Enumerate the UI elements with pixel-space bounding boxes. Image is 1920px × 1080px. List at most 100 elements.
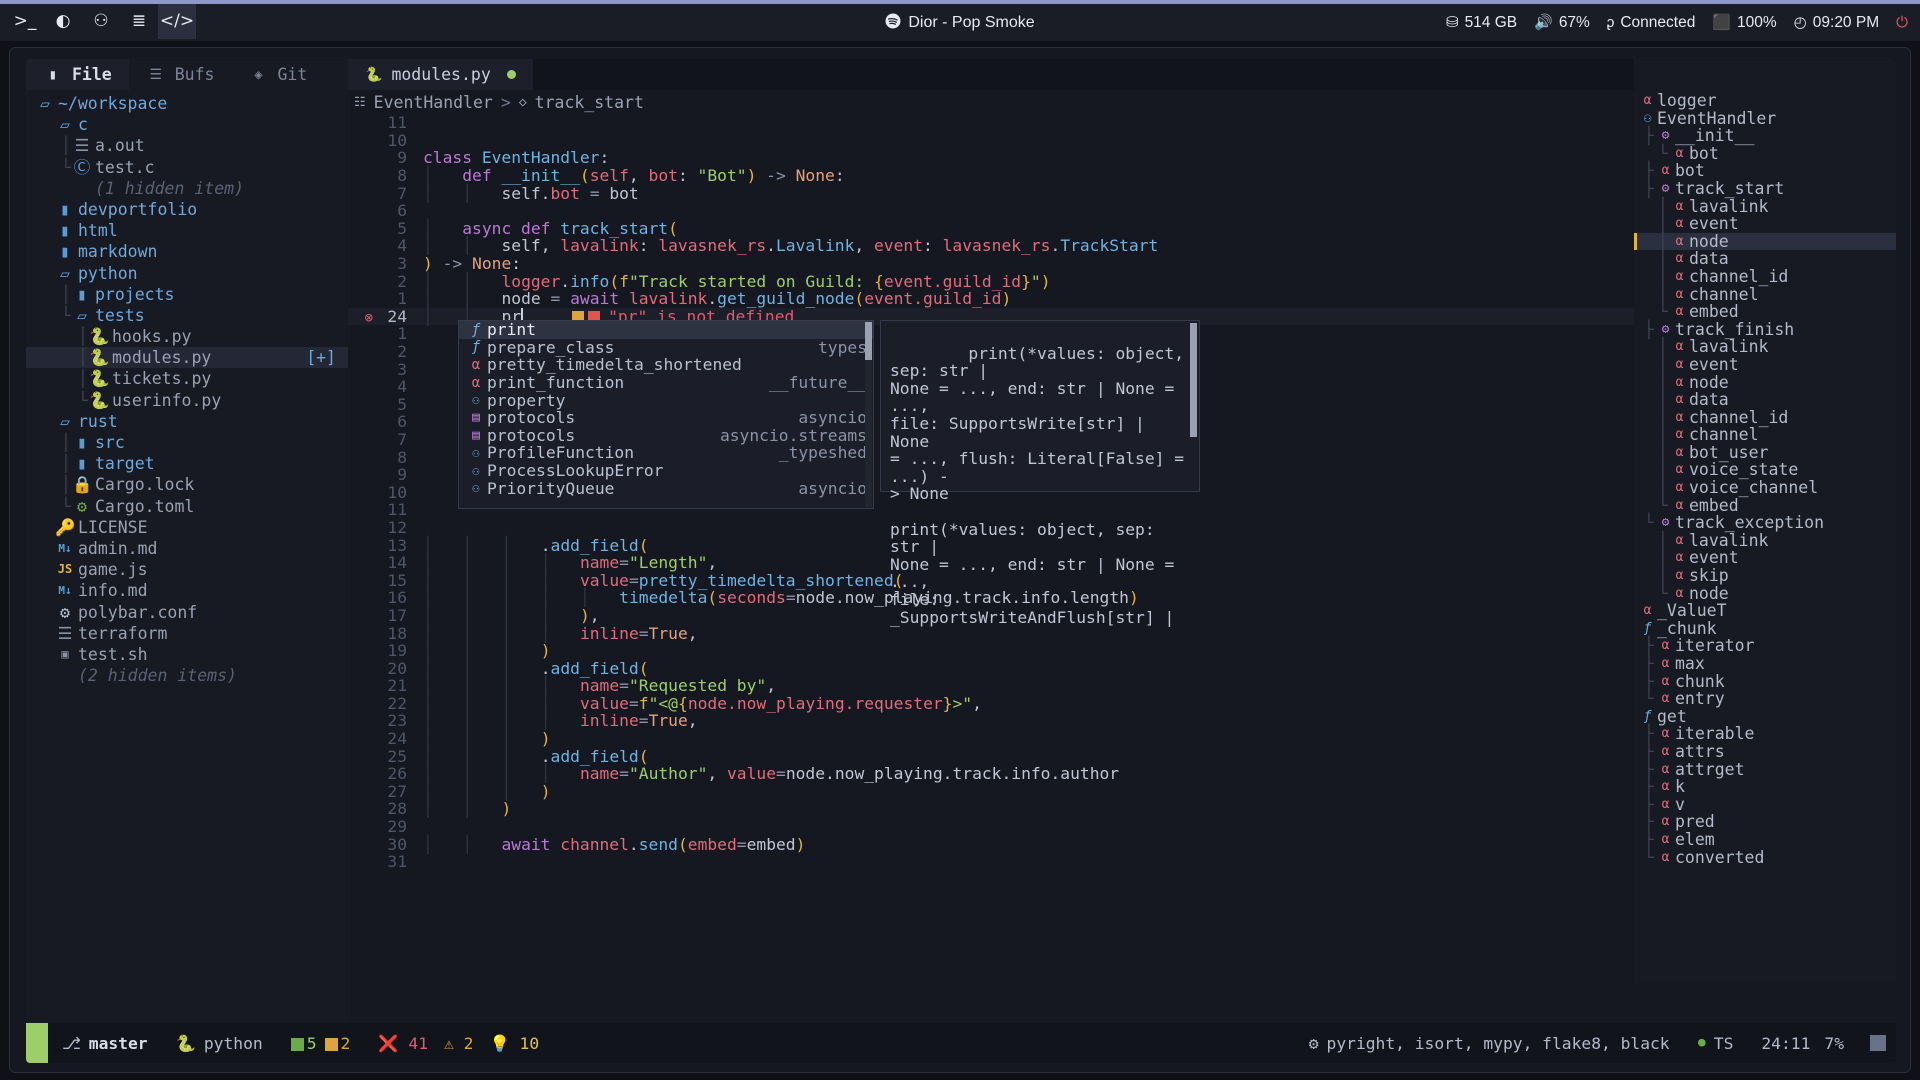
code-line[interactable]: 15│ │ │ │ value=pretty_timedelta_shorten…: [348, 571, 1634, 589]
tree-file[interactable]: │☰a.out: [26, 135, 348, 156]
outline-item[interactable]: │αnode: [1634, 233, 1896, 251]
tree-file[interactable]: │🐍tickets.py: [26, 368, 348, 389]
tree-file[interactable]: ☰terraform: [26, 623, 348, 644]
completion-item[interactable]: ⚇PriorityQueueasyncio: [459, 479, 873, 497]
outline-item[interactable]: │αevent: [1634, 356, 1896, 374]
outline-item[interactable]: ├αbot: [1634, 162, 1896, 180]
tree-dir[interactable]: ▱rust: [26, 411, 348, 432]
completion-scrollbar-thumb[interactable]: [865, 322, 872, 360]
tree-file[interactable]: 🔑LICENSE: [26, 517, 348, 538]
code-line[interactable]: 31: [348, 853, 1634, 871]
tree-dir[interactable]: │▮src: [26, 432, 348, 453]
tree-file[interactable]: │🐍hooks.py: [26, 326, 348, 347]
tree-file[interactable]: └🐍userinfo.py: [26, 390, 348, 411]
tree-file[interactable]: │🐍modules.py[+]: [26, 347, 348, 368]
outline-item[interactable]: │αlavalink: [1634, 198, 1896, 216]
code-icon[interactable]: </>: [158, 2, 196, 39]
code-line[interactable]: 26│ │ │ │ name="Author", value=node.now_…: [348, 765, 1634, 783]
outline-item[interactable]: ƒ_chunk: [1634, 620, 1896, 638]
outline-item[interactable]: └αembed: [1634, 303, 1896, 321]
completion-item[interactable]: ▤protocolsasyncio: [459, 409, 873, 427]
tree-dir[interactable]: └▱tests: [26, 305, 348, 326]
code-line[interactable]: 2│ │ logger.info(f"Track started on Guil…: [348, 272, 1634, 290]
completion-item[interactable]: ⚇ProfileFunction_typeshed: [459, 444, 873, 462]
sidebar-tab-git[interactable]: ◈Git: [232, 59, 325, 90]
diagnostics[interactable]: ❌ 41 ⚠ 2 💡 10: [364, 1034, 553, 1053]
outline-item[interactable]: │αnode: [1634, 374, 1896, 392]
tree-file[interactable]: │🔒Cargo.lock: [26, 474, 348, 495]
outline-item[interactable]: │αchannel: [1634, 286, 1896, 304]
tab-modules-py[interactable]: 🐍 modules.py: [348, 59, 533, 90]
outline-item[interactable]: └⚙track_exception: [1634, 514, 1896, 532]
polybar-disk[interactable]: ⛁514 GB: [1446, 14, 1517, 32]
code-line[interactable]: 5│ async def track_start(: [348, 220, 1634, 238]
code-line[interactable]: 13│ │ │ .add_field(: [348, 536, 1634, 554]
completion-item[interactable]: ▤protocolsasyncio.streams: [459, 427, 873, 445]
outline-item[interactable]: │αbot_user: [1634, 444, 1896, 462]
outline-item[interactable]: │αchannel: [1634, 426, 1896, 444]
outline-item[interactable]: ├αiterable: [1634, 725, 1896, 743]
tree-dir[interactable]: │▮target: [26, 453, 348, 474]
spotify-icon[interactable]: ≣: [120, 2, 158, 39]
code-line[interactable]: 10: [348, 132, 1634, 150]
outline-item[interactable]: ƒget: [1634, 708, 1896, 726]
code-line[interactable]: 30│ │ await channel.send(embed=embed): [348, 835, 1634, 853]
symbols-outline[interactable]: αlogger⚇EventHandler├⚙__init__└αbot├αbot…: [1634, 90, 1896, 983]
outline-item[interactable]: └αbot: [1634, 145, 1896, 163]
outline-item[interactable]: ├αelem: [1634, 831, 1896, 849]
code-line[interactable]: 25│ │ │ .add_field(: [348, 747, 1634, 765]
treesitter-status[interactable]: ⏺ TS: [1684, 1033, 1748, 1053]
code-line[interactable]: 29: [348, 818, 1634, 836]
code-line[interactable]: 8│ def __init__(self, bot: "Bot") -> Non…: [348, 167, 1634, 185]
outline-item[interactable]: ├αiterator: [1634, 637, 1896, 655]
outline-item[interactable]: │αvoice_channel: [1634, 479, 1896, 497]
outline-item[interactable]: ├αmax: [1634, 655, 1896, 673]
completion-list[interactable]: ƒprintƒprepare_classtypesαpretty_timedel…: [459, 321, 873, 497]
outline-item[interactable]: │αchannel_id: [1634, 268, 1896, 286]
documentation-scrollbar[interactable]: [1190, 323, 1197, 437]
tree-file[interactable]: ▣test.sh: [26, 644, 348, 665]
outline-item[interactable]: │αdata: [1634, 391, 1896, 409]
code-line[interactable]: 22│ │ │ │ value=f"<@{node.now_playing.re…: [348, 695, 1634, 713]
code-line[interactable]: 18│ │ │ │ inline=True,: [348, 624, 1634, 642]
polybar-power[interactable]: ⏻: [1896, 15, 1908, 30]
tree-file[interactable]: └Ⓒtest.c: [26, 157, 348, 178]
tree-dir[interactable]: ▮html: [26, 220, 348, 241]
code-line[interactable]: 27│ │ │ ): [348, 783, 1634, 801]
completion-item[interactable]: αprint_function__future__: [459, 374, 873, 392]
outline-item[interactable]: ├⚙track_finish: [1634, 321, 1896, 339]
outline-item[interactable]: ├αk: [1634, 778, 1896, 796]
outline-item[interactable]: ├αattrget: [1634, 761, 1896, 779]
tree-file[interactable]: └⚙Cargo.toml: [26, 496, 348, 517]
outline-item[interactable]: ├αv: [1634, 796, 1896, 814]
outline-item[interactable]: ├αchunk: [1634, 673, 1896, 691]
code-line[interactable]: 20│ │ │ .add_field(: [348, 659, 1634, 677]
outline-item[interactable]: └αembed: [1634, 497, 1896, 515]
outline-item[interactable]: αlogger: [1634, 92, 1896, 110]
code-line[interactable]: 23│ │ │ │ inline=True,: [348, 712, 1634, 730]
tree-dir[interactable]: ▮markdown: [26, 241, 348, 262]
sidebar-tab-file[interactable]: ▮File: [26, 59, 129, 90]
breadcrumb-class[interactable]: EventHandler: [374, 93, 493, 112]
polybar-wifi[interactable]: ᶗConnected: [1607, 14, 1695, 32]
tree-dir[interactable]: │▮projects: [26, 284, 348, 305]
code-line[interactable]: 7│ │ self.bot = bot: [348, 184, 1634, 202]
tree-dir[interactable]: ▱python: [26, 263, 348, 284]
breadcrumb-function[interactable]: track_start: [535, 93, 644, 112]
discord-icon[interactable]: ⚇: [82, 2, 120, 39]
completion-item[interactable]: αpretty_timedelta_shortened: [459, 356, 873, 374]
linters[interactable]: ⚙ pyright, isort, mypy, flake8, black: [1295, 1034, 1684, 1053]
sidebar-tab-bufs[interactable]: ☰Bufs: [129, 59, 232, 90]
outline-item[interactable]: │αvoice_state: [1634, 461, 1896, 479]
tree-file[interactable]: M↓admin.md: [26, 538, 348, 559]
code-line[interactable]: 6: [348, 202, 1634, 220]
polybar-battery[interactable]: ⬛100%: [1712, 14, 1776, 32]
outline-item[interactable]: │αlavalink: [1634, 338, 1896, 356]
code-line[interactable]: 3) -> None:: [348, 255, 1634, 273]
tree-file[interactable]: JSgame.js: [26, 559, 348, 580]
outline-item[interactable]: ├⚙track_start: [1634, 180, 1896, 198]
code-line[interactable]: 16│ │ │ │ │ timedelta(seconds=node.now_p…: [348, 589, 1634, 607]
tree-dir[interactable]: ▮devportfolio: [26, 199, 348, 220]
outline-item[interactable]: │αskip: [1634, 567, 1896, 585]
tree-file[interactable]: ⚙polybar.conf: [26, 602, 348, 623]
